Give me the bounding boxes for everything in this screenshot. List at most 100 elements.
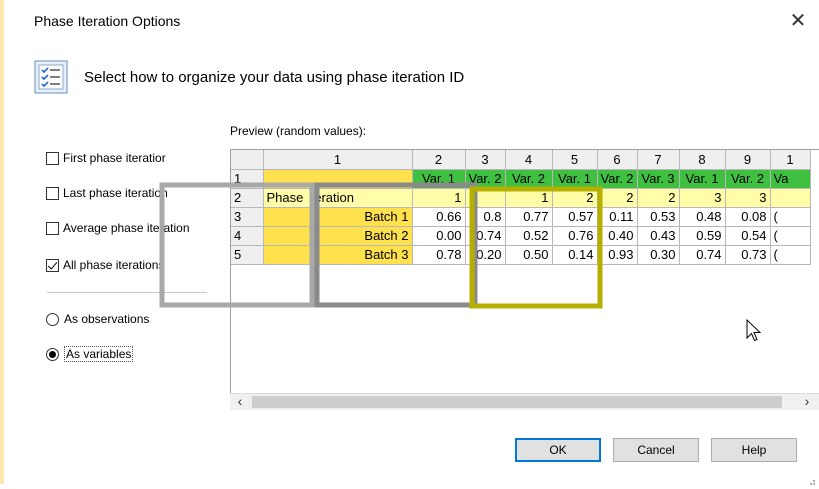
batch-cell: Batch 1 xyxy=(263,207,413,227)
instruction-text: Select how to organize your data using p… xyxy=(84,69,465,86)
as-observations-radio[interactable]: As observations xyxy=(46,312,149,326)
chevron-right-icon: › xyxy=(804,393,810,409)
row-header[interactable]: 3 xyxy=(231,207,264,227)
mouse-cursor-icon xyxy=(745,318,765,344)
variable-name-cell: Var. 1 xyxy=(552,169,598,189)
table-row: 2 Phase teration 1 1 2 2 2 3 3 xyxy=(231,188,811,208)
value-cell: 0.53 xyxy=(637,207,680,227)
iteration-id-cell: 1 xyxy=(505,188,553,208)
iteration-id-cell: 3 xyxy=(679,188,726,208)
value-cell: 0.30 xyxy=(637,245,680,265)
value-cell: 0.52 xyxy=(505,226,553,246)
batch-cell: Batch 2 xyxy=(263,226,413,246)
row-header[interactable]: 5 xyxy=(231,245,264,265)
row-header[interactable]: 1 xyxy=(231,169,264,189)
first-iteration-checkbox[interactable]: First phase iteratior xyxy=(46,151,166,165)
scroll-left-button[interactable]: ‹ xyxy=(232,394,248,409)
close-icon: ✕ xyxy=(789,10,807,32)
iteration-id-cell: 2 xyxy=(597,188,638,208)
checklist-icon xyxy=(34,60,68,94)
value-cell: 0.54 xyxy=(725,226,771,246)
variable-name-cell: Var. 2 xyxy=(505,169,553,189)
column-header[interactable]: 3 xyxy=(465,150,506,170)
preview-table: 1 2 3 4 5 6 7 8 9 1 1 Var. 1 Var. 2 Var.… xyxy=(231,150,811,265)
value-cell: 0.59 xyxy=(679,226,726,246)
checkbox-box[interactable] xyxy=(46,151,59,165)
checkbox-box[interactable] xyxy=(46,221,59,235)
value-cell: 0.11 xyxy=(597,207,638,227)
value-cell: 0.50 xyxy=(505,245,553,265)
value-cell: ( xyxy=(770,207,811,227)
value-cell: 0.8 xyxy=(465,207,506,227)
options-divider xyxy=(47,292,207,293)
column-header[interactable]: 4 xyxy=(505,150,553,170)
resize-grip-icon[interactable] xyxy=(806,474,816,485)
dialog-title: Phase Iteration Options xyxy=(34,13,181,29)
column-header-row: 1 2 3 4 5 6 7 8 9 1 xyxy=(231,150,811,170)
value-cell: 0.00 xyxy=(412,226,466,246)
chevron-left-icon: ‹ xyxy=(237,393,243,409)
first-iteration-label: First phase iteratior xyxy=(63,151,166,165)
iteration-id-cell: 1 xyxy=(412,188,466,208)
iteration-id-cell: 2 xyxy=(552,188,598,208)
column-header[interactable]: 8 xyxy=(679,150,726,170)
table-row: 5 Batch 3 0.78 0.20 0.50 0.14 0.93 0.30 … xyxy=(231,245,811,265)
window-edge xyxy=(0,0,4,484)
checkbox-box-checked[interactable] xyxy=(46,258,59,272)
row-header[interactable]: 2 xyxy=(231,188,264,208)
id-cell xyxy=(263,169,413,189)
scroll-thumb[interactable] xyxy=(252,396,782,408)
as-observations-label: As observations xyxy=(64,312,150,326)
preview-label: Preview (random values): xyxy=(230,124,367,138)
all-iterations-checkbox[interactable]: All phase iterations xyxy=(46,258,164,272)
value-cell: 0.77 xyxy=(505,207,553,227)
iteration-id-cell: 2 xyxy=(637,188,680,208)
preview-grid[interactable]: 1 2 3 4 5 6 7 8 9 1 1 Var. 1 Var. 2 Var.… xyxy=(230,149,819,393)
column-header[interactable]: 6 xyxy=(597,150,638,170)
iteration-id-cell xyxy=(465,188,506,208)
value-cell: 0.78 xyxy=(412,245,466,265)
ok-button[interactable]: OK xyxy=(515,438,601,462)
column-header[interactable]: 9 xyxy=(725,150,771,170)
close-button[interactable]: ✕ xyxy=(785,8,811,34)
variable-name-cell: Var. 2 xyxy=(465,169,506,189)
column-header[interactable]: 1 xyxy=(770,150,811,170)
value-cell: 0.74 xyxy=(465,226,506,246)
phase-word: Phase xyxy=(266,190,304,205)
last-iteration-checkbox[interactable]: Last phase iteration xyxy=(46,186,168,200)
checkbox-box[interactable] xyxy=(46,186,59,200)
column-header[interactable]: 7 xyxy=(637,150,680,170)
value-cell: 0.57 xyxy=(552,207,598,227)
as-variables-label: As variables xyxy=(64,346,134,362)
value-cell: 0.48 xyxy=(679,207,726,227)
table-row: 1 Var. 1 Var. 2 Var. 2 Var. 1 Var. 2 Var… xyxy=(231,169,811,189)
radio-button-selected[interactable] xyxy=(46,347,59,361)
iteration-id-cell: 3 xyxy=(725,188,771,208)
value-cell: 0.73 xyxy=(725,245,771,265)
value-cell: 0.66 xyxy=(412,207,466,227)
as-variables-radio[interactable]: As variables xyxy=(46,346,134,362)
column-header[interactable]: 1 xyxy=(263,150,413,170)
value-cell: 0.76 xyxy=(552,226,598,246)
row-header[interactable]: 4 xyxy=(231,226,264,246)
value-cell: 0.40 xyxy=(597,226,638,246)
value-cell: 0.74 xyxy=(679,245,726,265)
column-header[interactable]: 2 xyxy=(412,150,466,170)
phase-iteration-label-cell: Phase teration xyxy=(263,188,413,208)
average-iteration-checkbox[interactable]: Average phase iteration xyxy=(46,221,190,235)
help-button[interactable]: Help xyxy=(711,438,797,462)
column-header[interactable]: 5 xyxy=(552,150,598,170)
table-row: 4 Batch 2 0.00 0.74 0.52 0.76 0.40 0.43 … xyxy=(231,226,811,246)
variable-name-cell: Va xyxy=(770,169,811,189)
variable-name-cell: Var. 3 xyxy=(637,169,680,189)
iteration-id-cell xyxy=(770,188,811,208)
radio-button[interactable] xyxy=(46,312,59,326)
scroll-right-button[interactable]: › xyxy=(799,394,815,409)
cancel-button[interactable]: Cancel xyxy=(613,438,699,462)
variable-name-cell: Var. 1 xyxy=(679,169,726,189)
last-iteration-label: Last phase iteration xyxy=(63,186,168,200)
all-iterations-label: All phase iterations xyxy=(63,258,165,272)
table-row: 3 Batch 1 0.66 0.8 0.77 0.57 0.11 0.53 0… xyxy=(231,207,811,227)
value-cell: 0.14 xyxy=(552,245,598,265)
value-cell: 0.43 xyxy=(637,226,680,246)
